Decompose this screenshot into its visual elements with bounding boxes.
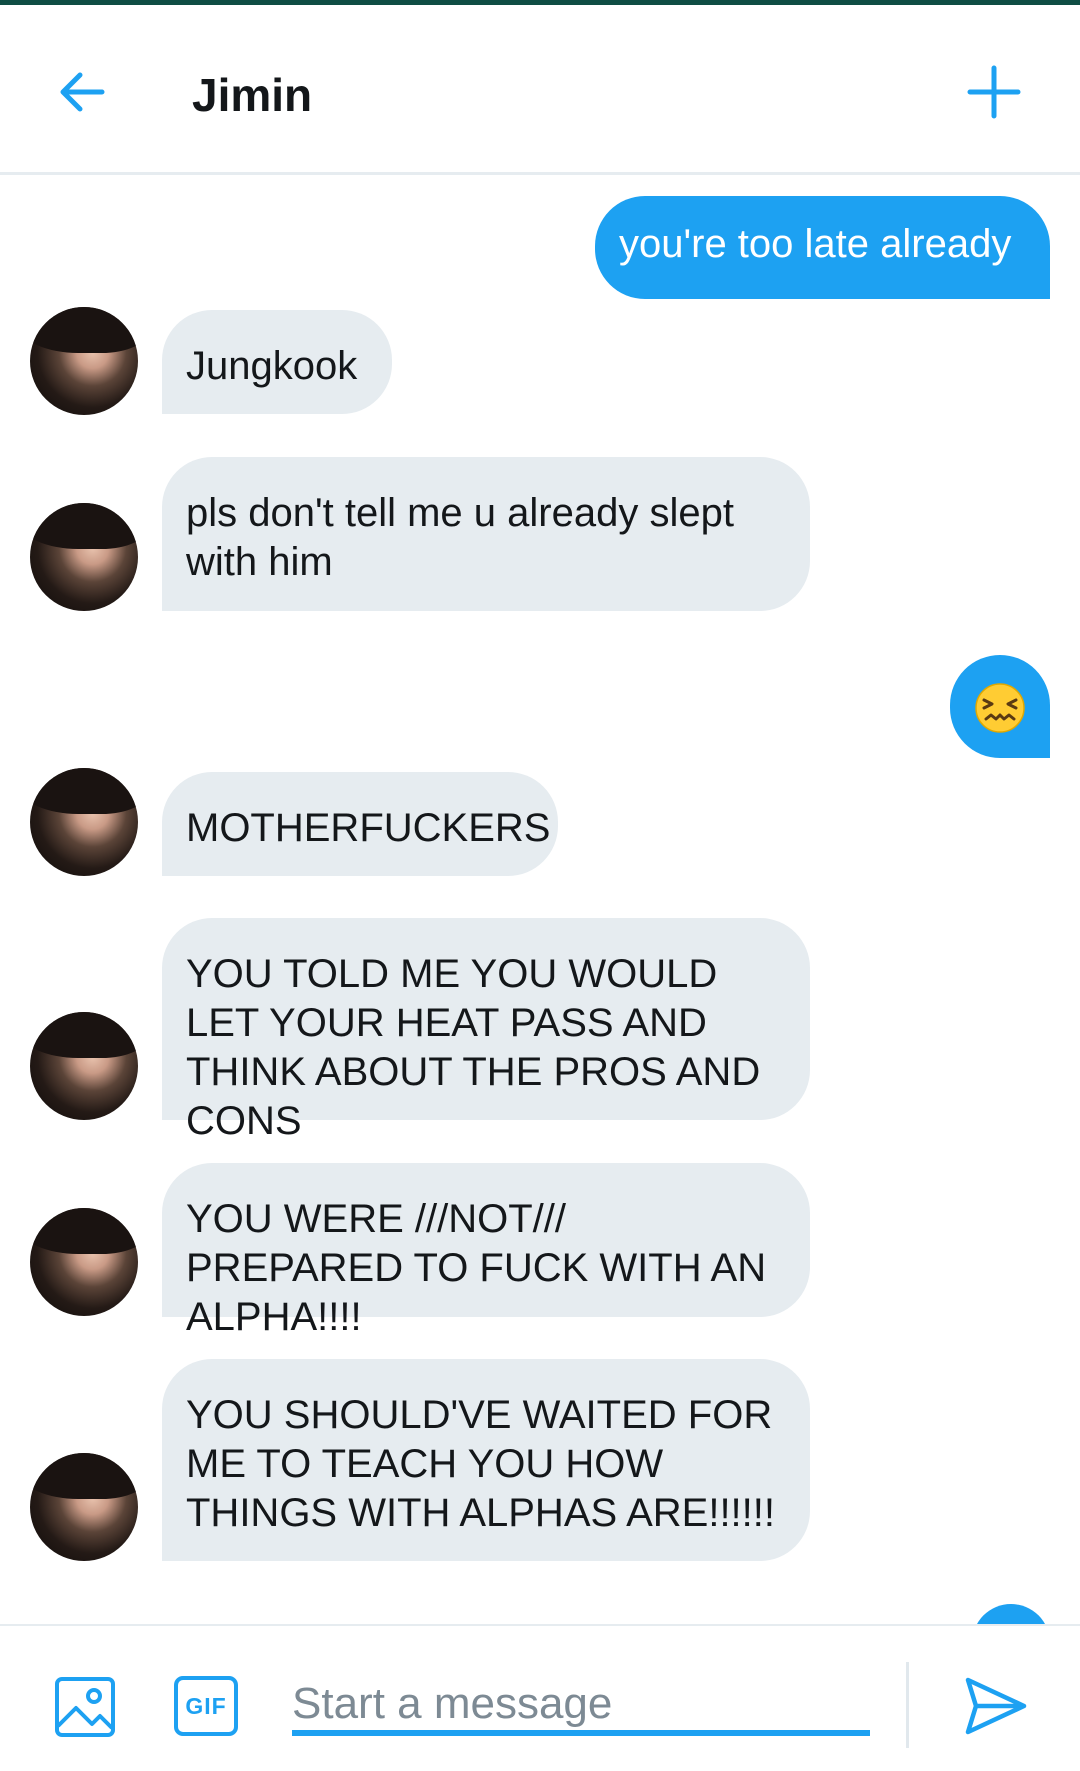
message-input[interactable]: Start a message [292, 1672, 870, 1736]
message-text: YOU TOLD ME YOU WOULD LET YOUR HEAT PASS… [186, 952, 761, 1143]
message-text: Jungkook [186, 344, 358, 388]
arrow-left-icon [60, 72, 105, 112]
incoming-message[interactable]: pls don't tell me u already slept with h… [162, 457, 810, 611]
composer-divider [906, 1662, 909, 1748]
avatar[interactable] [30, 503, 138, 611]
conversation-title: Jimin [192, 69, 313, 121]
avatar[interactable] [30, 1208, 138, 1316]
new-message-button[interactable] [962, 60, 1026, 124]
send-button[interactable] [962, 1672, 1030, 1740]
incoming-message[interactable]: YOU SHOULD'VE WAITED FOR ME TO TEACH YOU… [162, 1359, 810, 1561]
message-text: YOU WERE ///NOT/// PREPARED TO FUCK WITH… [186, 1197, 767, 1339]
add-photo-button[interactable] [54, 1676, 116, 1738]
gif-button[interactable]: GIF [174, 1676, 238, 1736]
message-text: MOTHERFUCKERS [186, 806, 551, 850]
incoming-message[interactable]: MOTHERFUCKERS [162, 772, 558, 876]
plus-icon [967, 65, 1021, 119]
avatar[interactable] [30, 307, 138, 415]
send-icon [965, 1677, 1027, 1735]
incoming-message[interactable]: YOU TOLD ME YOU WOULD LET YOUR HEAT PASS… [162, 918, 810, 1143]
outgoing-message[interactable]: you're too late already [595, 196, 1050, 299]
incoming-message[interactable]: YOU WERE ///NOT/// PREPARED TO FUCK WITH… [162, 1163, 810, 1339]
avatar[interactable] [30, 1012, 138, 1120]
back-button[interactable] [52, 60, 116, 124]
message-text: YOU SHOULD'VE WAITED FOR ME TO TEACH YOU… [186, 1393, 776, 1535]
incoming-message[interactable]: Jungkook [162, 310, 392, 414]
message-text: pls don't tell me u already slept with h… [186, 491, 734, 584]
image-icon [55, 1677, 115, 1737]
message-composer: GIF Start a message [0, 1624, 1080, 1771]
confounded-face-icon [975, 683, 1025, 733]
conversation-header: Jimin [0, 5, 1080, 175]
avatar[interactable] [30, 768, 138, 876]
outgoing-message[interactable]: 😖 [950, 655, 1050, 758]
message-text: you're too late already [619, 222, 1012, 266]
avatar[interactable] [30, 1453, 138, 1561]
